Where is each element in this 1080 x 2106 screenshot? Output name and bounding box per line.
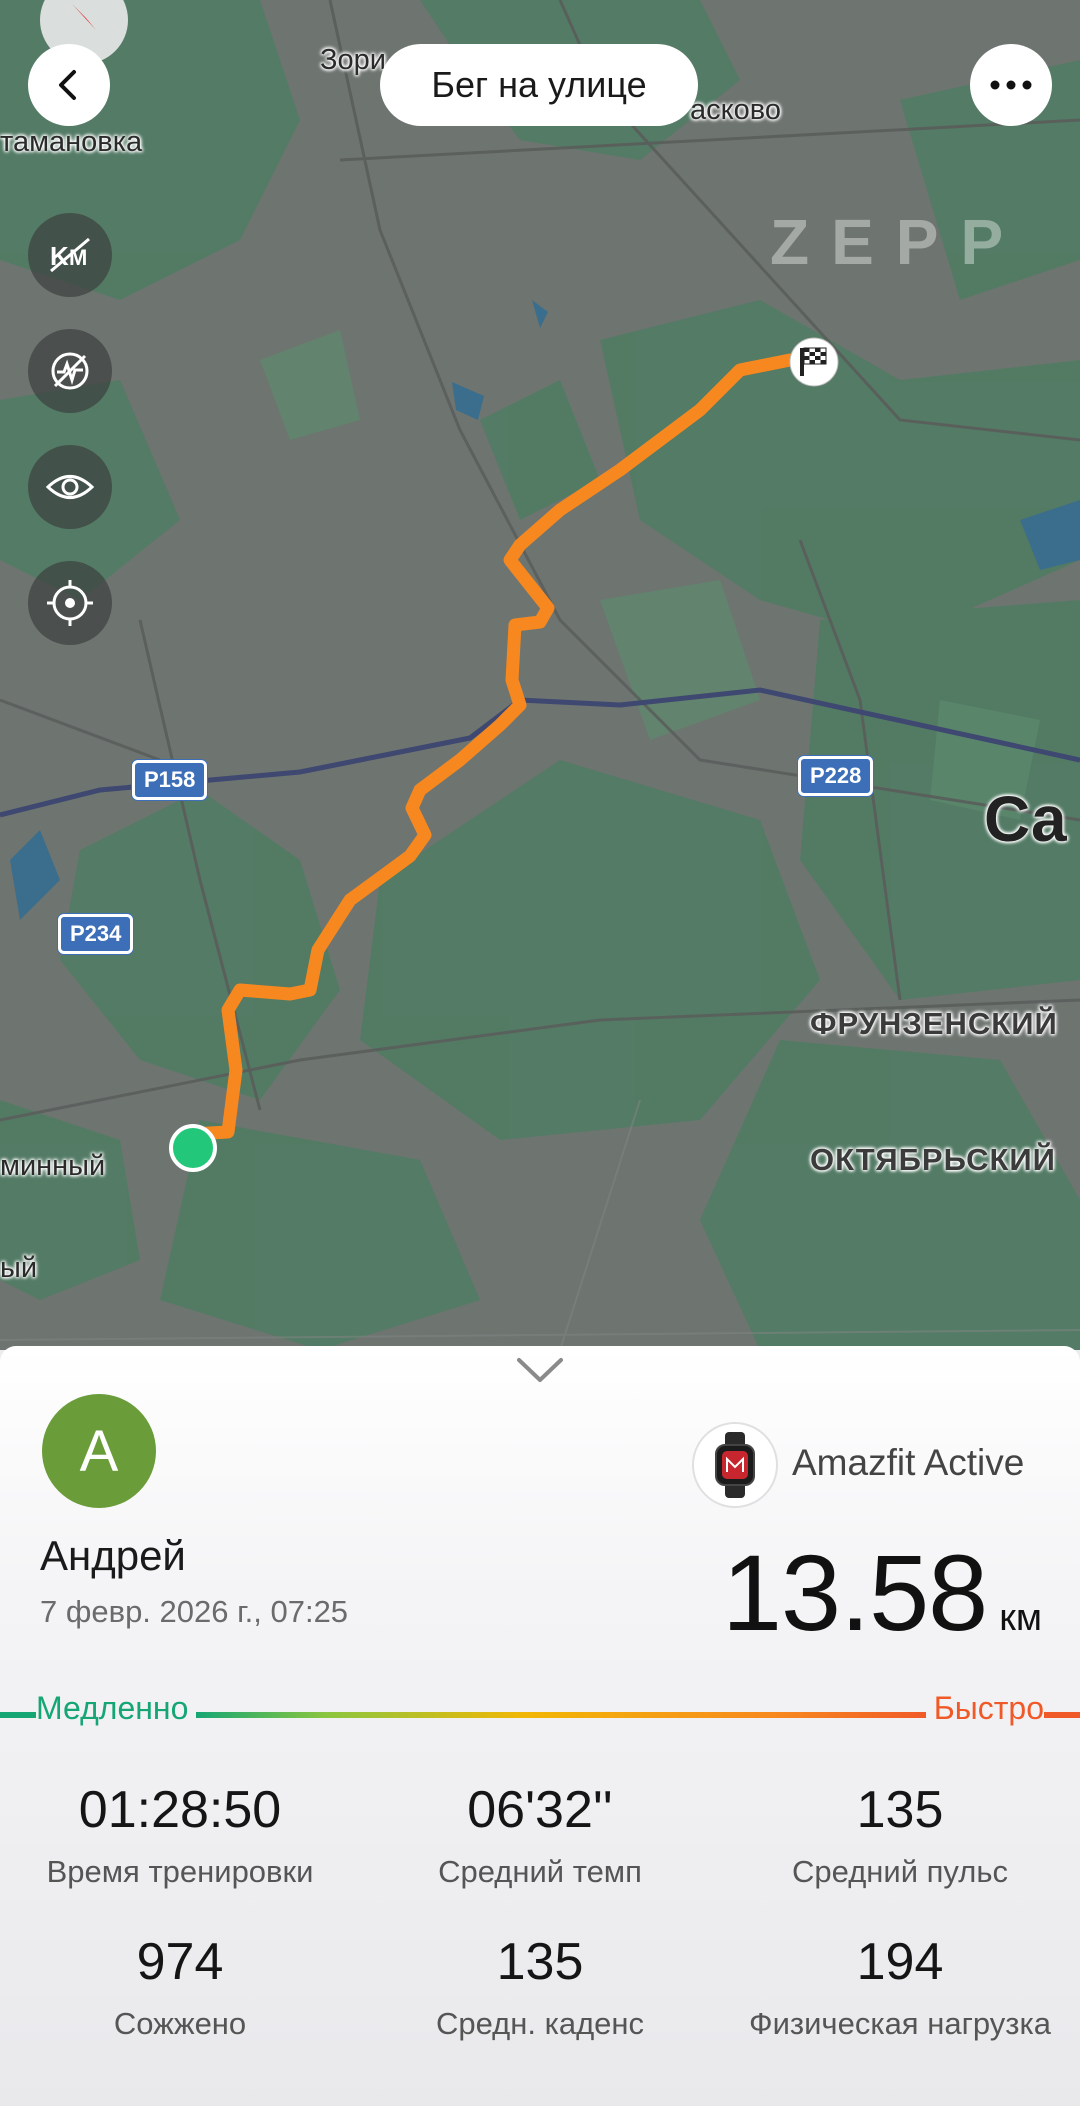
- stat-training-load: 194 Физическая нагрузка: [720, 1932, 1080, 2042]
- route-map[interactable]: Зори тамановка асково Са ФРУНЗЕНСКИЙ ОКТ…: [0, 0, 1080, 1350]
- map-label-district: ФРУНЗЕНСКИЙ: [810, 1006, 1058, 1041]
- finish-flag-icon: [789, 337, 839, 387]
- stat-value: 194: [856, 1933, 944, 1991]
- chevron-left-icon: [59, 70, 76, 100]
- map-label-village: асково: [690, 94, 781, 126]
- stat-label: Средний темп: [438, 1854, 642, 1889]
- pace-fast-label: Быстро: [933, 1690, 1044, 1726]
- stat-value: 135: [856, 1781, 944, 1839]
- map-label-village: минный: [0, 1150, 106, 1182]
- stat-value: 06'32'': [467, 1781, 613, 1839]
- map-label-city: Са: [984, 783, 1067, 855]
- stat-label: Время тренировки: [46, 1854, 314, 1889]
- stat-avg-cadence: 135 Средн. каденс: [360, 1932, 720, 2042]
- stat-calories: 974 Сожжено: [0, 1932, 360, 2042]
- stat-value: 01:28:50: [78, 1781, 282, 1839]
- start-marker: [169, 1124, 217, 1172]
- workout-type-title: Бег на улице: [380, 44, 698, 126]
- workout-date: 7 февр. 2026 г., 07:25: [40, 1594, 349, 1629]
- svg-text:K: K: [50, 241, 69, 271]
- stat-value: 135: [496, 1933, 584, 1991]
- road-sign: Р228: [798, 756, 874, 796]
- user-name: Андрей: [40, 1532, 186, 1579]
- heart-rate-off-icon: [51, 352, 89, 390]
- km-marker-icon: K M: [50, 237, 90, 273]
- heart-rate-toggle-button[interactable]: [28, 329, 112, 413]
- device-icon: [692, 1422, 778, 1508]
- stat-label: Средний пульс: [792, 1854, 1008, 1889]
- distance-value: 13.58: [721, 1532, 988, 1653]
- stat-avg-pace: 06'32'' Средний темп: [360, 1780, 720, 1890]
- map-label-district: ОКТЯБРЬСКИЙ: [810, 1142, 1056, 1177]
- stat-value: 974: [136, 1933, 224, 1991]
- view-toggle-button[interactable]: [28, 445, 112, 529]
- map-label-village: ый: [0, 1252, 38, 1284]
- back-button[interactable]: [28, 44, 110, 126]
- stat-label: Физическая нагрузка: [749, 2006, 1051, 2041]
- eye-icon: [45, 475, 95, 499]
- chevron-down-icon[interactable]: [516, 1356, 564, 1384]
- brand-watermark: ZEPP: [770, 206, 1026, 278]
- pace-slow-label: Медленно: [36, 1690, 189, 1726]
- map-label-village: Зори: [320, 44, 386, 76]
- location-target-icon: [47, 580, 93, 626]
- more-icon: [990, 80, 1032, 90]
- recenter-button[interactable]: [28, 561, 112, 645]
- more-options-button[interactable]: [970, 44, 1052, 126]
- watch-icon: [715, 1432, 755, 1498]
- road-sign: Р234: [58, 914, 134, 954]
- road-sign: Р158: [132, 760, 208, 800]
- total-distance: 13.58 км: [722, 1530, 1042, 1655]
- map-label-village: тамановка: [0, 126, 143, 158]
- stat-label: Средн. каденс: [435, 2006, 645, 2041]
- avatar[interactable]: А: [42, 1394, 156, 1508]
- distance-unit: км: [999, 1597, 1042, 1639]
- stat-avg-heart-rate: 135 Средний пульс: [720, 1780, 1080, 1890]
- km-markers-button[interactable]: K M: [28, 213, 112, 297]
- stat-label: Сожжено: [113, 2006, 247, 2041]
- device-name: Amazfit Active: [792, 1442, 1025, 1483]
- stat-duration: 01:28:50 Время тренировки: [0, 1780, 360, 1890]
